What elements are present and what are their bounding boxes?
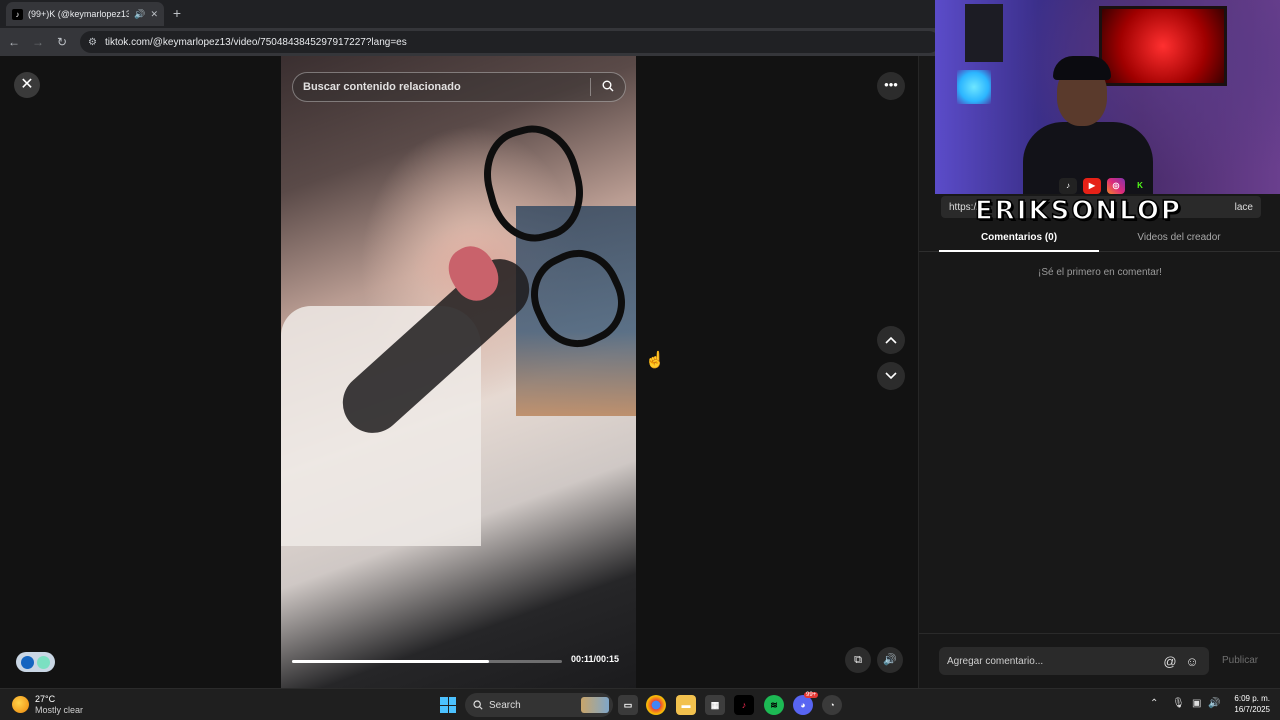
next-video-button[interactable] bbox=[877, 362, 905, 390]
mouse-cursor-icon: ☝ bbox=[645, 352, 665, 369]
kick-icon: K bbox=[1137, 181, 1143, 190]
volume-icon[interactable]: 🔊 bbox=[1208, 698, 1220, 709]
reload-button[interactable]: ↻ bbox=[54, 34, 70, 50]
search-icon bbox=[473, 700, 483, 710]
close-video-button[interactable]: ✕ bbox=[14, 72, 40, 98]
tiktok-icon: ♪ bbox=[1059, 178, 1077, 194]
video-player[interactable]: Buscar contenido relacionado 00:11/00:15 bbox=[281, 56, 636, 688]
tiktok-favicon-icon: ♪ bbox=[12, 8, 23, 20]
tray-overflow-icon[interactable]: ⌃ bbox=[1150, 698, 1158, 709]
youtube-icon: ▶ bbox=[1083, 178, 1101, 194]
extension-pill[interactable] bbox=[16, 652, 55, 672]
video-time: 00:11/00:15 bbox=[571, 654, 620, 664]
streamer-brand-logo: ERIKSONLOP bbox=[974, 195, 1182, 227]
taskbar-search[interactable]: Search bbox=[465, 693, 613, 717]
empty-comments-message: ¡Sé el primero en comentar! bbox=[1038, 267, 1162, 278]
clock-time: 6:09 p. m. bbox=[1234, 694, 1270, 703]
weather-icon bbox=[12, 696, 29, 713]
webcam-background-shelf bbox=[965, 4, 1003, 62]
microphone-icon[interactable]: 🎙 bbox=[1172, 698, 1185, 709]
store-icon[interactable]: ▦ bbox=[705, 695, 725, 715]
volume-button[interactable]: 🔊 bbox=[877, 647, 903, 673]
search-icon[interactable] bbox=[591, 80, 625, 95]
file-explorer-icon[interactable]: ▬ bbox=[676, 695, 696, 715]
comment-composer: Agregar comentario... @ ☺ Publicar bbox=[919, 633, 1280, 688]
tiktok-video-page: ✕ Buscar contenido relacionado 00:11/00:… bbox=[0, 56, 918, 688]
task-view-icon[interactable]: ▭ bbox=[618, 695, 638, 715]
screen: ♪ (99+)K (@keymarlopez13) | 🔊 ✕ + ← → ↻ … bbox=[0, 0, 1280, 720]
video-progress-bar[interactable] bbox=[292, 660, 562, 663]
browser-tab[interactable]: ♪ (99+)K (@keymarlopez13) | 🔊 ✕ bbox=[6, 2, 164, 26]
close-tab-icon[interactable]: ✕ bbox=[150, 9, 158, 20]
mention-icon[interactable]: @ bbox=[1159, 654, 1181, 669]
forward-button[interactable]: → bbox=[30, 34, 46, 50]
clock-date: 16/7/2025 bbox=[1234, 705, 1270, 714]
comment-input[interactable]: Agregar comentario... @ ☺ bbox=[939, 647, 1209, 675]
copy-link-button[interactable]: lace bbox=[1235, 202, 1253, 213]
active-tab-indicator bbox=[939, 250, 1099, 252]
start-button[interactable] bbox=[440, 697, 456, 713]
extension-icon[interactable] bbox=[20, 655, 34, 669]
weather-widget[interactable]: 27°C Mostly clear bbox=[12, 694, 83, 715]
discord-badge: 99+ bbox=[804, 692, 819, 698]
social-icons: ♪ ▶ ◎ K bbox=[1059, 178, 1149, 194]
panel-tabs: Comentarios (0) Videos del creador bbox=[919, 226, 1280, 252]
back-button[interactable]: ← bbox=[6, 34, 22, 50]
taskbar-clock[interactable]: 6:09 p. m. 16/7/2025 bbox=[1226, 693, 1270, 715]
tab-creator-videos[interactable]: Videos del creador bbox=[1099, 232, 1259, 243]
url-text: tiktok.com/@keymarlopez13/video/75048438… bbox=[104, 36, 407, 48]
taskbar-search-label: Search bbox=[489, 699, 521, 711]
search-highlight-image bbox=[581, 697, 609, 713]
discord-icon[interactable]: ◕ bbox=[793, 695, 813, 715]
new-tab-button[interactable]: + bbox=[170, 5, 184, 21]
weather-temp: 27°C bbox=[35, 694, 56, 704]
app-icon[interactable]: ◔ bbox=[822, 695, 842, 715]
webcam-overlay: ♪ ▶ ◎ K bbox=[935, 0, 1280, 194]
spotify-icon[interactable]: ≋ bbox=[764, 695, 784, 715]
extension-icon[interactable] bbox=[37, 655, 51, 669]
speaker-icon[interactable]: 🔊 bbox=[134, 9, 145, 20]
comment-placeholder: Agregar comentario... bbox=[947, 655, 1044, 667]
weather-condition: Mostly clear bbox=[35, 705, 84, 715]
chrome-icon[interactable] bbox=[646, 695, 666, 715]
publish-button[interactable]: Publicar bbox=[1222, 655, 1258, 666]
related-search-bar[interactable]: Buscar contenido relacionado bbox=[292, 72, 626, 102]
windows-taskbar: 27°C Mostly clear Search ▭ ▬ ▦ ♪ ≋ ◕ 99+… bbox=[0, 688, 1280, 720]
floating-player-button[interactable]: ⧉ bbox=[845, 647, 871, 673]
network-icon[interactable]: ▣ bbox=[1192, 698, 1201, 709]
address-bar[interactable]: ⚙ tiktok.com/@keymarlopez13/video/750484… bbox=[80, 31, 940, 53]
webcam-background-light bbox=[957, 70, 991, 104]
tab-comments[interactable]: Comentarios (0) bbox=[939, 232, 1099, 243]
search-input[interactable]: Buscar contenido relacionado bbox=[303, 81, 590, 93]
more-options-button[interactable]: ••• bbox=[877, 72, 905, 100]
tab-title: (99+)K (@keymarlopez13) | bbox=[28, 9, 130, 19]
previous-video-button[interactable] bbox=[877, 326, 905, 354]
tiktok-app-icon[interactable]: ♪ bbox=[734, 695, 754, 715]
webcam-streamer bbox=[1023, 56, 1153, 194]
site-info-icon[interactable]: ⚙ bbox=[88, 37, 97, 48]
instagram-icon: ◎ bbox=[1107, 178, 1125, 194]
video-progress-fill bbox=[292, 660, 490, 663]
emoji-icon[interactable]: ☺ bbox=[1181, 654, 1203, 669]
